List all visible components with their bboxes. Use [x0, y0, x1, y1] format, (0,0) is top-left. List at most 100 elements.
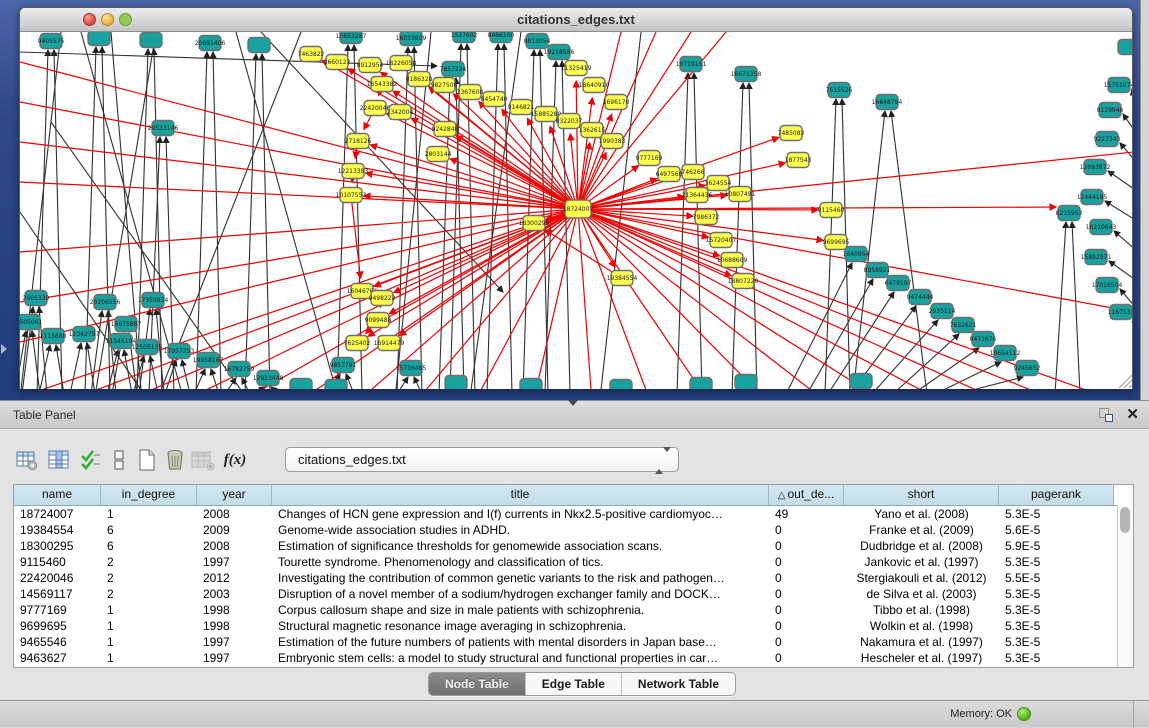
graph-edge[interactable] — [70, 343, 81, 389]
select-rows-button[interactable] — [78, 447, 104, 473]
tab-edge-table[interactable]: Edge Table — [526, 673, 622, 695]
graph-edge[interactable] — [786, 263, 852, 389]
graph-node[interactable]: 21364436 — [682, 188, 713, 203]
graph-node[interactable]: 1696170 — [603, 95, 630, 110]
graph-edge[interactable] — [578, 209, 1031, 389]
graph-node[interactable]: 18226058 — [386, 56, 417, 71]
column-header-short[interactable]: short — [844, 485, 999, 505]
graph-node[interactable]: 19958167 — [193, 353, 224, 368]
table-row[interactable]: 946362711997Embryonic stem cells: a mode… — [14, 650, 1133, 666]
graph-edge[interactable] — [1072, 222, 1080, 389]
graph-node[interactable]: 10653287 — [336, 32, 367, 44]
table-cell[interactable]: 0 — [769, 554, 844, 570]
panel-collapse-handle[interactable] — [1, 344, 7, 354]
import-table-button[interactable] — [190, 447, 216, 473]
tab-network-table[interactable]: Network Table — [622, 673, 735, 695]
graph-node[interactable] — [445, 376, 467, 390]
graph-node[interactable]: 7986372 — [693, 210, 720, 225]
graph-node[interactable] — [1118, 40, 1133, 55]
table-cell[interactable]: 19384554 — [14, 522, 101, 538]
graph-node[interactable]: 19218586 — [544, 45, 575, 60]
graph-node[interactable]: 8215953 — [1056, 206, 1083, 221]
table-cell[interactable]: 6 — [101, 538, 197, 554]
graph-node[interactable]: 9245652 — [1014, 361, 1041, 376]
graph-node[interactable]: 20206556 — [90, 295, 121, 310]
graph-node[interactable]: 10719151 — [676, 57, 707, 72]
graph-node[interactable]: 9129946 — [1097, 103, 1124, 118]
graph-node[interactable]: 8958921 — [864, 263, 891, 278]
graph-node[interactable]: 20533146 — [148, 121, 179, 136]
graph-node[interactable]: 1990383 — [599, 134, 626, 149]
graph-node[interactable]: 8186328 — [406, 72, 433, 87]
table-cell[interactable]: 2009 — [197, 522, 272, 538]
close-panel-icon[interactable]: ✕ — [1126, 405, 1139, 425]
column-header-year[interactable]: year — [197, 485, 272, 505]
graph-edge[interactable] — [245, 54, 256, 389]
graph-node[interactable]: 2367608 — [457, 85, 484, 100]
graph-node[interactable] — [735, 375, 757, 390]
table-cell[interactable]: 6 — [101, 522, 197, 538]
table-cell[interactable]: de Silva et al. (2003) — [844, 586, 999, 602]
graph-node[interactable]: 9474444 — [907, 290, 934, 305]
graph-edge[interactable] — [578, 209, 921, 389]
graph-edge[interactable] — [271, 387, 279, 389]
scrollbar-thumb[interactable] — [1120, 507, 1130, 533]
graph-edge[interactable] — [351, 195, 361, 278]
table-row[interactable]: 1872400712008Changes of HCN gene express… — [14, 506, 1133, 522]
graph-node[interactable]: 16914479 — [374, 336, 405, 351]
graph-edge[interactable] — [20, 331, 26, 389]
table-row[interactable]: 1830029562008Estimation of significance … — [14, 538, 1133, 554]
graph-node[interactable]: 1877543 — [785, 153, 812, 168]
graph-node[interactable]: 2718126 — [345, 134, 372, 149]
graph-edge[interactable] — [578, 209, 591, 389]
graph-edge[interactable] — [154, 49, 162, 389]
graph-node[interactable]: 6479197 — [885, 276, 912, 291]
graph-edge[interactable] — [807, 279, 873, 389]
graph-node[interactable]: 7515526 — [826, 83, 853, 98]
graph-node[interactable]: 8912954 — [357, 58, 384, 73]
table-cell[interactable]: 5.5E-5 — [999, 570, 1114, 586]
delete-column-button[interactable] — [162, 447, 188, 473]
vertical-scrollbar[interactable] — [1117, 505, 1133, 667]
table-cell[interactable]: 1 — [101, 506, 197, 522]
graph-hub-node[interactable]: 18724007 — [563, 200, 594, 218]
table-cell[interactable]: 2012 — [197, 570, 272, 586]
graph-node[interactable]: 18807220 — [728, 274, 759, 289]
table-cell[interactable]: Structural magnetic resonance image aver… — [272, 618, 769, 634]
graph-node[interactable]: 9857791 — [330, 358, 357, 373]
graph-node[interactable]: 1527602 — [451, 32, 478, 43]
table-cell[interactable]: 5.3E-5 — [999, 602, 1114, 618]
graph-edge[interactable] — [20, 209, 578, 342]
tab-node-table[interactable]: Node Table — [429, 673, 526, 695]
table-cell[interactable]: 5.9E-5 — [999, 538, 1114, 554]
table-cell[interactable]: 1997 — [197, 650, 272, 666]
graph-node[interactable]: 16543382 — [367, 77, 398, 92]
graph-node[interactable]: 15720407 — [706, 233, 737, 248]
graph-edge[interactable] — [913, 348, 979, 389]
table-cell[interactable]: 1 — [101, 602, 197, 618]
table-cell[interactable]: 5.6E-5 — [999, 522, 1114, 538]
graph-node[interactable]: 16648794 — [872, 95, 903, 110]
graph-node[interactable]: 7485083 — [778, 126, 805, 141]
table-cell[interactable]: 2 — [101, 570, 197, 586]
table-cell[interactable]: Stergiakouli et al. (2012) — [844, 570, 999, 586]
graph-node[interactable]: 3660123 — [324, 55, 351, 70]
table-cell[interactable]: 2 — [101, 586, 197, 602]
graph-node[interactable]: 8813054 — [524, 34, 551, 49]
graph-node[interactable]: 7632621 — [950, 318, 977, 333]
graph-node[interactable]: 9827508 — [431, 78, 458, 93]
table-cell[interactable]: 5.3E-5 — [999, 506, 1114, 522]
table-cell[interactable]: 1 — [101, 650, 197, 666]
table-cell[interactable]: 0 — [769, 650, 844, 666]
table-cell[interactable]: Disruption of a novel member of a sodium… — [272, 586, 769, 602]
table-cell[interactable]: 2008 — [197, 538, 272, 554]
column-header-pagerank[interactable]: pagerank — [999, 485, 1114, 505]
graph-node[interactable]: 12923448 — [253, 371, 284, 386]
table-cell[interactable]: 1997 — [197, 554, 272, 570]
graph-edge[interactable] — [1114, 231, 1133, 251]
column-header-name[interactable]: name — [14, 485, 101, 505]
table-cell[interactable]: 5.3E-5 — [999, 586, 1114, 602]
graph-node[interactable]: 8466160 — [488, 32, 515, 43]
table-settings-button[interactable] — [14, 447, 40, 473]
graph-node[interactable]: 10807491 — [725, 187, 756, 202]
